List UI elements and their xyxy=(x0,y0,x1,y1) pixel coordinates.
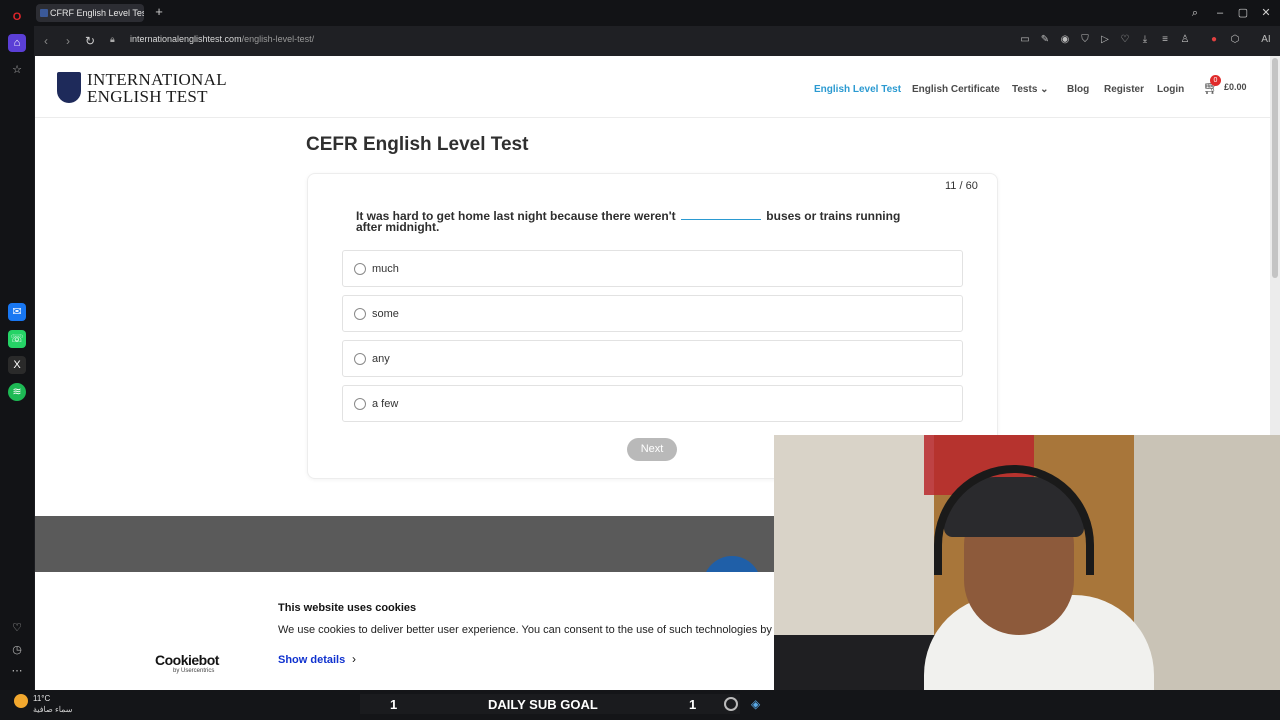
nav-tests[interactable]: Tests ⌄ xyxy=(1012,84,1049,95)
question-blank xyxy=(680,210,761,220)
nav-blog[interactable]: Blog xyxy=(1067,84,1089,95)
answer-option-any[interactable]: any xyxy=(342,340,963,377)
webcam-overlay xyxy=(774,435,1280,720)
heart-icon[interactable]: ♡ xyxy=(1118,33,1132,47)
nav-english-level-test[interactable]: English Level Test xyxy=(814,84,901,95)
more-icon[interactable]: ⋯ xyxy=(8,662,26,680)
chevron-down-icon: ⌄ xyxy=(1040,84,1049,95)
main-nav: English Level Test English Certificate T… xyxy=(35,84,1270,100)
steam-icon: ◈ xyxy=(751,697,761,711)
next-button[interactable]: Next xyxy=(627,438,677,461)
extension-icon[interactable]: ● xyxy=(1207,33,1221,47)
nav-login[interactable]: Login xyxy=(1157,84,1184,95)
steam-clock-icon xyxy=(724,697,738,711)
option-label: any xyxy=(372,353,390,365)
question-counter: 11 / 60 xyxy=(945,180,978,192)
cart-count-badge: 0 xyxy=(1210,75,1221,86)
forward-icon[interactable]: › xyxy=(60,33,76,49)
weather-temp: 11°C xyxy=(33,694,51,703)
cookiebot-sub: by Usercentrics xyxy=(173,668,215,674)
home-icon[interactable]: ⌂ xyxy=(8,34,26,52)
lock-icon[interactable]: 🔒︎ xyxy=(110,34,120,46)
play-icon[interactable]: ▷ xyxy=(1098,33,1112,47)
messenger-icon[interactable]: ✉ xyxy=(8,303,26,321)
radio-button[interactable] xyxy=(354,398,366,410)
heart-sidebar-icon[interactable]: ♡ xyxy=(8,619,26,637)
cookie-title: This website uses cookies xyxy=(278,602,417,614)
new-tab-button[interactable]: + xyxy=(152,5,166,19)
history-icon[interactable]: ◷ xyxy=(8,641,26,659)
chevron-right-icon[interactable]: › xyxy=(352,652,356,666)
weather-desc: سماء صافية xyxy=(33,705,73,714)
browser-tab[interactable]: CFRF English Level Test - xyxy=(36,4,144,22)
url-domain: internationalenglishtest.com xyxy=(130,34,242,44)
show-details-link[interactable]: Show details xyxy=(278,654,345,666)
option-label: a few xyxy=(372,398,399,410)
url-field[interactable]: internationalenglishtest.com/english-lev… xyxy=(130,34,314,44)
header-divider xyxy=(35,117,1270,118)
minimize-icon[interactable]: – xyxy=(1210,4,1230,22)
nav-english-certificate[interactable]: English Certificate xyxy=(912,84,1000,95)
edit-icon[interactable]: ✎ xyxy=(1038,33,1052,47)
search-tabs-icon[interactable]: ⌕ xyxy=(1185,4,1205,22)
star-icon[interactable]: ☆ xyxy=(8,61,26,79)
nav-register[interactable]: Register xyxy=(1104,84,1144,95)
whatsapp-icon[interactable]: ☏ xyxy=(8,330,26,348)
goal-current: 1 xyxy=(390,697,398,712)
close-icon[interactable]: ✕ xyxy=(1256,4,1276,22)
opera-logo-icon[interactable]: O xyxy=(8,8,26,26)
goal-title: DAILY SUB GOAL xyxy=(488,697,598,712)
webcam-door-right xyxy=(1134,435,1280,720)
answer-option-a-few[interactable]: a few xyxy=(342,385,963,422)
answer-option-much[interactable]: much xyxy=(342,250,963,287)
maximize-icon[interactable]: ▢ xyxy=(1233,4,1253,22)
goal-target: 1 xyxy=(689,697,697,712)
cube-icon[interactable]: ⬡ xyxy=(1228,33,1242,47)
nav-tests-label: Tests xyxy=(1012,84,1038,95)
spotify-icon[interactable]: ≋ xyxy=(8,383,26,401)
option-label: much xyxy=(372,263,399,275)
download-icon[interactable]: ⤓ xyxy=(1138,33,1152,47)
radio-button[interactable] xyxy=(354,353,366,365)
menu-icon[interactable]: ≡ xyxy=(1158,33,1172,47)
back-icon[interactable]: ‹ xyxy=(38,33,54,49)
scrollbar-thumb[interactable] xyxy=(1272,58,1278,278)
reload-icon[interactable]: ↻ xyxy=(82,33,98,49)
browser-tab-bar xyxy=(0,0,1280,26)
radio-button[interactable] xyxy=(354,308,366,320)
ai-button[interactable]: AI xyxy=(1254,33,1278,47)
cookiebot-logo: Cookiebot xyxy=(155,652,219,668)
x-icon[interactable]: X xyxy=(8,356,26,374)
weather-sun-icon xyxy=(14,694,28,708)
answer-option-some[interactable]: some xyxy=(342,295,963,332)
profile-icon[interactable]: ♙ xyxy=(1178,33,1192,47)
url-path: /english-level-test/ xyxy=(241,34,315,44)
question-text: It was hard to get home last night becau… xyxy=(356,210,926,233)
tab-favicon-icon xyxy=(40,9,48,17)
option-label: some xyxy=(372,308,399,320)
cart-total[interactable]: £0.00 xyxy=(1224,82,1247,92)
shield-icon[interactable]: ⛉ xyxy=(1078,33,1092,47)
cookie-body: We use cookies to deliver better user ex… xyxy=(278,624,778,636)
page-title: CEFR English Level Test xyxy=(306,134,529,155)
tab-title: CFRF English Level Test - xyxy=(50,8,144,18)
radio-button[interactable] xyxy=(354,263,366,275)
camera-icon[interactable]: ◉ xyxy=(1058,33,1072,47)
reader-icon[interactable]: ▭ xyxy=(1018,33,1032,47)
